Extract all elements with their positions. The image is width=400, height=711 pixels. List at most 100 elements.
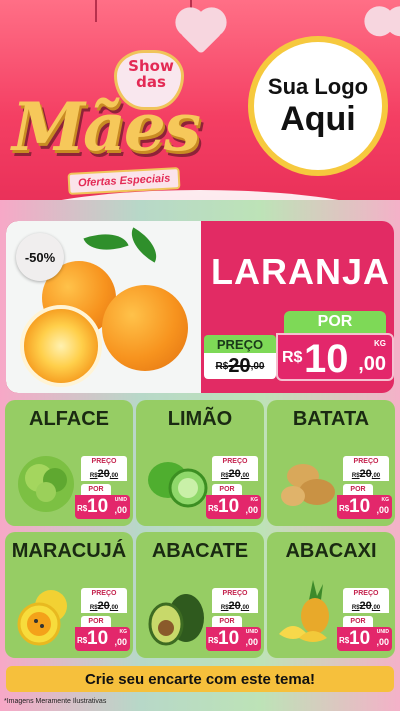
new-price-cents: ,00 bbox=[245, 637, 258, 647]
lime-icon bbox=[142, 446, 212, 516]
old-price-cents: ,00 bbox=[240, 605, 250, 611]
featured-offer: -50% LARANJA POR PREÇO R$ 20 ,00 R$ 10 K… bbox=[6, 221, 394, 393]
por-label: POR bbox=[212, 484, 242, 495]
disclaimer: *Imagens Meramente Ilustrativas bbox=[4, 698, 107, 705]
old-price-value: 20 bbox=[228, 468, 241, 480]
old-price-cents: ,00 bbox=[371, 605, 381, 611]
price-unit: UNID bbox=[376, 629, 389, 635]
old-price-value: 20 bbox=[228, 600, 241, 612]
old-price-currency: R$ bbox=[220, 473, 229, 479]
avocado-icon bbox=[142, 578, 212, 648]
new-price-value: 10 bbox=[87, 496, 109, 517]
new-price: R$ 10 KG ,00 bbox=[276, 333, 394, 381]
por-label: POR bbox=[284, 311, 386, 333]
old-price-cents: ,00 bbox=[109, 473, 119, 479]
orange-slice-icon bbox=[20, 305, 102, 387]
preco-label: PREÇO bbox=[343, 588, 389, 600]
old-price-currency: R$ bbox=[89, 605, 98, 611]
product-card-abacaxi: ABACAXI PREÇO R$20,00 POR R$ 10 UNID ,00 bbox=[267, 532, 395, 658]
new-price-currency: R$ bbox=[339, 636, 350, 645]
price-unit: KG bbox=[119, 629, 128, 635]
por-label: POR bbox=[212, 616, 242, 627]
hanging-string bbox=[95, 0, 97, 22]
product-name: MARACUJÁ bbox=[11, 540, 127, 562]
new-price-cents: ,00 bbox=[114, 505, 127, 515]
preco-label: PREÇO bbox=[343, 456, 389, 468]
price-unit: KG bbox=[374, 339, 386, 348]
old-price-value: 20 bbox=[97, 600, 110, 612]
new-price-cents: ,00 bbox=[376, 637, 389, 647]
price-unit: KG bbox=[381, 497, 390, 503]
heart-icon bbox=[378, 10, 400, 34]
product-card-limao: LIMÃO PREÇO R$20,00 POR R$ 10 KG ,00 bbox=[136, 400, 264, 526]
old-price: R$20,00 bbox=[343, 468, 389, 481]
product-card-abacate: ABACATE PREÇO R$20,00 POR R$ 10 UNID ,00 bbox=[136, 532, 264, 658]
new-price-currency: R$ bbox=[339, 504, 350, 513]
orange-icon bbox=[102, 285, 188, 371]
header-banner: Show das Mães Ofertas Especiais Sua Logo… bbox=[0, 0, 400, 212]
new-price-currency: R$ bbox=[208, 504, 219, 513]
new-price: R$ 10 UNID ,00 bbox=[337, 627, 392, 651]
old-price-currency: R$ bbox=[351, 605, 360, 611]
new-price-value: 10 bbox=[87, 628, 109, 649]
new-price-value: 10 bbox=[218, 496, 240, 517]
old-price-value: 20 bbox=[359, 600, 372, 612]
new-price-currency: R$ bbox=[208, 636, 219, 645]
preco-label: PREÇO bbox=[204, 335, 276, 353]
new-price: R$ 10 UNID ,00 bbox=[206, 627, 261, 651]
new-price: R$ 10 UNID ,00 bbox=[75, 495, 130, 519]
product-name: ALFACE bbox=[29, 408, 109, 430]
product-name: BATATA bbox=[292, 408, 370, 430]
logo-text-line2: Aqui bbox=[280, 100, 356, 138]
new-price-cents: ,00 bbox=[376, 505, 389, 515]
por-label: POR bbox=[343, 616, 373, 627]
logo-placeholder: Sua Logo Aqui bbox=[248, 36, 388, 176]
new-price-cents: ,00 bbox=[358, 353, 386, 375]
title-main: Mães bbox=[12, 88, 201, 166]
preco-label: PREÇO bbox=[81, 456, 127, 468]
new-price-value: 10 bbox=[349, 628, 371, 649]
product-card-batata: BATATA PREÇO R$20,00 POR R$ 10 KG ,00 bbox=[267, 400, 395, 526]
old-price-currency: R$ bbox=[215, 360, 229, 372]
old-price: R$20,00 bbox=[81, 600, 127, 613]
new-price-currency: R$ bbox=[77, 504, 88, 513]
product-name: ABACAXI bbox=[285, 540, 377, 562]
offers-area: -50% LARANJA POR PREÇO R$ 20 ,00 R$ 10 K… bbox=[0, 200, 400, 711]
old-price-value: 20 bbox=[97, 468, 110, 480]
old-price: R$20,00 bbox=[343, 600, 389, 613]
old-price: R$ 20 ,00 bbox=[204, 353, 276, 379]
new-price-currency: R$ bbox=[282, 349, 303, 366]
new-price-value: 10 bbox=[218, 628, 240, 649]
logo-text-line1: Sua Logo bbox=[267, 74, 369, 99]
title-show: Show das bbox=[128, 57, 174, 91]
lettuce-icon bbox=[11, 446, 81, 516]
potato-icon bbox=[273, 446, 343, 516]
passion-fruit-icon bbox=[11, 578, 81, 648]
preco-label: PREÇO bbox=[81, 588, 127, 600]
new-price: R$ 10 KG ,00 bbox=[206, 495, 261, 519]
old-price-cents: ,00 bbox=[109, 605, 119, 611]
price-unit: UNID bbox=[114, 497, 127, 503]
old-price: R$20,00 bbox=[212, 600, 258, 613]
product-name: ABACATE bbox=[151, 540, 249, 562]
new-price-value: 10 bbox=[304, 337, 349, 381]
product-card-maracuja: MARACUJÁ PREÇO R$20,00 POR R$ 10 KG ,00 bbox=[5, 532, 133, 658]
new-price-cents: ,00 bbox=[114, 637, 127, 647]
featured-product-name: LARANJA bbox=[211, 251, 391, 292]
por-label: POR bbox=[81, 616, 111, 627]
new-price-value: 10 bbox=[349, 496, 371, 517]
pineapple-icon bbox=[273, 578, 343, 648]
old-price: R$20,00 bbox=[212, 468, 258, 481]
old-price-cents: ,00 bbox=[240, 473, 250, 479]
cta-banner[interactable]: Crie seu encarte com este tema! bbox=[6, 666, 394, 692]
por-label: POR bbox=[343, 484, 373, 495]
por-label: POR bbox=[81, 484, 111, 495]
product-card-alface: ALFACE PREÇO R$20,00 POR R$ 10 UNID ,00 bbox=[5, 400, 133, 526]
preco-label: PREÇO bbox=[212, 456, 258, 468]
event-title: Show das Mães Ofertas Especiais bbox=[12, 40, 232, 195]
old-price-currency: R$ bbox=[351, 473, 360, 479]
new-price: R$ 10 KG ,00 bbox=[75, 627, 130, 651]
old-price: R$20,00 bbox=[81, 468, 127, 481]
old-price-cents: ,00 bbox=[371, 473, 381, 479]
preco-label: PREÇO bbox=[212, 588, 258, 600]
